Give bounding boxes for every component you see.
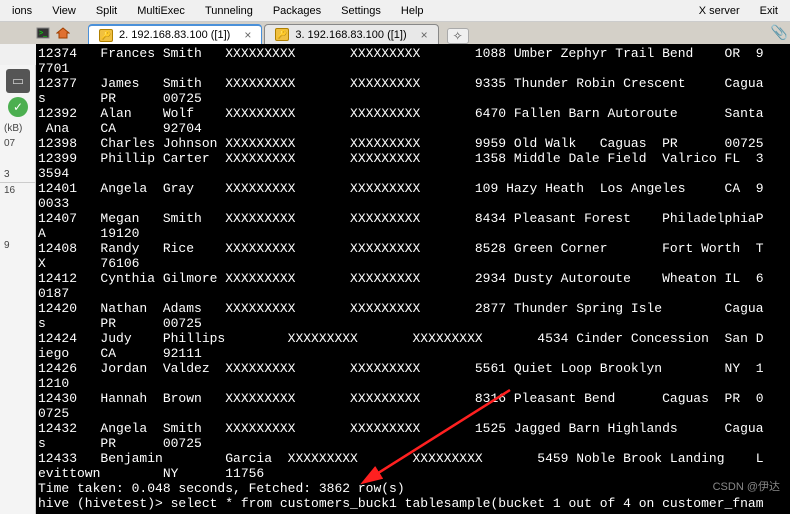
svg-text:>_: >_ (39, 30, 47, 37)
paperclip-icon[interactable]: 📎 (771, 24, 788, 41)
tab-1-close[interactable]: × (244, 28, 251, 42)
menu-settings[interactable]: Settings (333, 3, 389, 19)
terminal-output[interactable]: 12374 Frances Smith XXXXXXXXX XXXXXXXXX … (36, 44, 790, 514)
key-icon: 🔑 (99, 29, 113, 42)
terminal-icon[interactable]: >_ (36, 26, 50, 40)
menu-multiexec[interactable]: MultiExec (129, 3, 193, 19)
menu-ions[interactable]: ions (4, 3, 40, 19)
menu-left: ions View Split MultiExec Tunneling Pack… (4, 3, 432, 19)
home-icon[interactable] (56, 26, 70, 40)
side-n1: 07 (0, 136, 35, 151)
tab-add-button[interactable]: ✧ (447, 28, 469, 44)
key-icon: 🔑 (275, 28, 289, 41)
monitor-icon[interactable]: ▭ (6, 69, 30, 93)
menu-right: X server Exit (691, 3, 786, 19)
tab-1-label: 2. 192.168.83.100 ([1]) (119, 29, 230, 41)
menu-help[interactable]: Help (393, 3, 432, 19)
side-n4: 9 (0, 238, 35, 253)
menu-xserver[interactable]: X server (691, 3, 748, 19)
side-n2: 3 (0, 167, 35, 183)
kb-label: (kB) (0, 121, 35, 136)
menu-view[interactable]: View (44, 3, 84, 19)
left-sidebar: ▭ ✓ (kB) 07 3 16 9 (0, 65, 36, 514)
menu-split[interactable]: Split (88, 3, 125, 19)
tab-2-label: 3. 192.168.83.100 ([1]) (295, 29, 406, 41)
status-ok-icon: ✓ (8, 97, 28, 117)
menu-exit[interactable]: Exit (752, 3, 786, 19)
side-n3: 16 (0, 183, 35, 198)
tab-2-close[interactable]: × (421, 28, 428, 42)
menu-bar: ions View Split MultiExec Tunneling Pack… (0, 0, 790, 22)
watermark: CSDN @伊达 (713, 478, 780, 494)
menu-packages[interactable]: Packages (265, 3, 329, 19)
tab-bar: >_ 🔑 2. 192.168.83.100 ([1]) × 🔑 3. 192.… (0, 22, 790, 44)
tab-1[interactable]: 🔑 2. 192.168.83.100 ([1]) × (88, 24, 262, 44)
tab-2[interactable]: 🔑 3. 192.168.83.100 ([1]) × (264, 24, 438, 44)
menu-tunneling[interactable]: Tunneling (197, 3, 261, 19)
